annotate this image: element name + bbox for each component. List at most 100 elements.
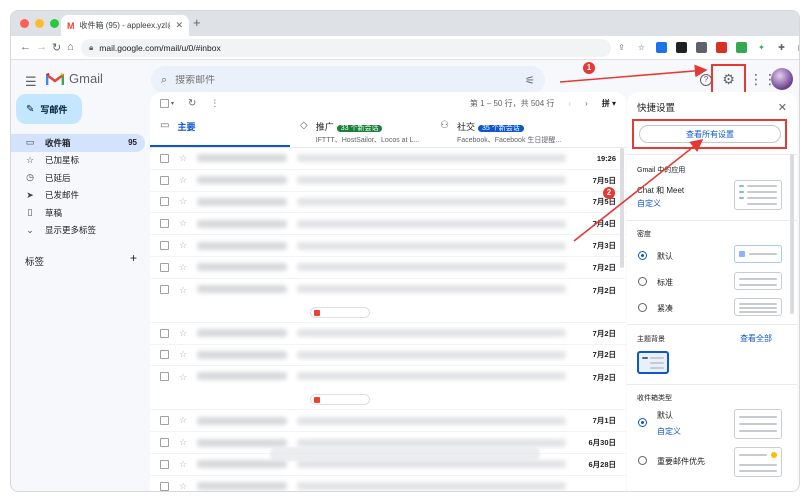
reload-icon[interactable]: ↻ — [52, 41, 61, 54]
side-panel-icon[interactable]: ▥ — [796, 42, 799, 53]
sidebar-item-chevron-down[interactable]: ⌄ 显示更多标签 — [11, 222, 145, 240]
density-default-thumbnail[interactable] — [734, 245, 782, 263]
compose-button[interactable]: ✎ 写邮件 — [16, 94, 82, 124]
extension-puzzle-green-icon[interactable]: ✦ — [756, 42, 767, 53]
search-bar[interactable]: ⌕ ⚟ — [151, 66, 545, 94]
density-default-radio[interactable] — [638, 251, 647, 260]
search-options-icon[interactable]: ⚟ — [525, 74, 535, 87]
extension-blue-icon[interactable] — [656, 42, 667, 53]
sidebar-item-star[interactable]: ☆ 已加星标 — [11, 152, 145, 170]
table-row[interactable]: ☆ 7月3日 — [150, 235, 626, 257]
star-icon[interactable]: ☆ — [179, 285, 187, 296]
star-icon[interactable]: ☆ — [179, 372, 187, 383]
maximize-window-button[interactable] — [50, 19, 59, 28]
inbox-default-thumbnail[interactable] — [734, 409, 782, 439]
star-icon[interactable]: ☆ — [179, 262, 187, 273]
sidebar-item-inbox[interactable]: ▭ 收件箱 95 — [11, 134, 145, 152]
category-tab-1[interactable]: ◇ 推广 33 个新会话 IFTTT、HostSailor、Locos at L... — [290, 114, 430, 147]
attachment-chip[interactable] — [310, 306, 370, 318]
inbox-customize-link[interactable]: 自定义 — [657, 426, 681, 437]
row-checkbox[interactable] — [160, 153, 169, 163]
forward-icon[interactable]: → — [36, 41, 47, 53]
star-icon[interactable]: ☆ — [179, 240, 187, 251]
star-icon[interactable]: ☆ — [179, 459, 187, 470]
account-avatar[interactable] — [771, 68, 793, 90]
row-checkbox[interactable] — [160, 262, 169, 272]
important-first-radio[interactable] — [638, 456, 647, 465]
star-icon[interactable]: ☆ — [179, 175, 187, 186]
table-row[interactable]: ☆ 7月2日 — [150, 345, 626, 367]
star-icon[interactable]: ☆ — [179, 218, 187, 229]
row-checkbox[interactable] — [160, 241, 169, 251]
star-icon[interactable]: ☆ — [179, 196, 187, 207]
prev-page-icon[interactable]: ‹ — [568, 99, 571, 108]
row-checkbox[interactable] — [160, 350, 169, 360]
extensions-puzzle-icon[interactable]: ✚ — [776, 42, 787, 53]
share-icon[interactable]: ⇪ — [616, 42, 627, 53]
customize-apps-link[interactable]: 自定义 — [637, 198, 661, 209]
table-row[interactable]: ☆ 7月5日 — [150, 192, 626, 214]
density-compact-radio[interactable] — [638, 303, 647, 312]
category-tab-2[interactable]: ⚇ 社交 35 个新会话 Facebook、Facebook 生日提醒... — [430, 114, 570, 147]
add-label-icon[interactable]: + — [130, 252, 137, 268]
tab-close-icon[interactable]: ✕ — [175, 20, 183, 31]
row-checkbox[interactable] — [160, 219, 169, 229]
close-window-button[interactable] — [20, 19, 29, 28]
table-row[interactable]: ☆ 7月2日 — [150, 323, 626, 345]
theme-thumbnail[interactable] — [637, 351, 669, 374]
density-standard-thumbnail[interactable] — [734, 272, 782, 290]
input-tools-button[interactable]: 拼 ▾ — [602, 98, 616, 109]
main-menu-icon[interactable]: ☰ — [25, 74, 37, 90]
search-icon[interactable]: ⌕ — [161, 74, 167, 87]
star-icon[interactable]: ☆ — [179, 437, 187, 448]
row-checkbox[interactable] — [160, 328, 169, 338]
extension-grey-icon[interactable] — [696, 42, 707, 53]
mail-scrollbar[interactable] — [620, 148, 624, 268]
minimize-window-button[interactable] — [35, 19, 44, 28]
table-row[interactable]: ☆ 19:26 — [150, 148, 626, 170]
row-checkbox[interactable] — [160, 372, 169, 382]
star-icon[interactable]: ☆ — [179, 328, 187, 339]
row-checkbox[interactable] — [160, 481, 169, 491]
star-icon[interactable]: ☆ — [179, 349, 187, 360]
theme-see-all-link[interactable]: 查看全部 — [740, 333, 772, 344]
quick-settings-scrollbar[interactable] — [790, 154, 794, 314]
select-all-checkbox[interactable]: ▾ — [160, 98, 174, 108]
important-first-thumbnail[interactable] — [734, 447, 782, 477]
extension-red-icon[interactable] — [716, 42, 727, 53]
extension-dark-icon[interactable] — [676, 42, 687, 53]
sidebar-item-draft[interactable]: ▯ 草稿 — [11, 204, 145, 222]
search-input[interactable] — [175, 74, 518, 86]
sidebar-item-send[interactable]: ➤ 已发邮件 — [11, 187, 145, 205]
density-standard-radio[interactable] — [638, 277, 647, 286]
density-compact-thumbnail[interactable] — [734, 298, 782, 316]
table-row[interactable]: ☆ — [150, 476, 626, 491]
more-actions-icon[interactable]: ⋮ — [210, 98, 219, 109]
attachment-chip[interactable] — [310, 394, 370, 406]
table-row[interactable]: ☆ 7月4日 — [150, 213, 626, 236]
table-row[interactable]: ☆ 7月2日 — [150, 279, 626, 323]
table-row[interactable]: ☆ 7月2日 — [150, 257, 626, 279]
back-icon[interactable]: ← — [20, 41, 31, 53]
row-checkbox[interactable] — [160, 416, 169, 426]
settings-gear-icon[interactable]: ⚙ — [722, 71, 735, 88]
row-checkbox[interactable] — [160, 197, 169, 207]
gmail-logo[interactable]: Gmail — [46, 71, 103, 86]
star-icon[interactable]: ☆ — [179, 481, 187, 491]
new-tab-button[interactable]: + — [193, 15, 201, 30]
refresh-icon[interactable]: ↻ — [188, 98, 196, 109]
close-icon[interactable]: ✕ — [778, 101, 787, 114]
star-icon[interactable]: ☆ — [179, 153, 187, 164]
sidebar-item-clock[interactable]: ◷ 已延后 — [11, 169, 145, 187]
row-checkbox[interactable] — [160, 459, 169, 469]
category-tab-0[interactable]: ▭ 主要 — [150, 114, 290, 147]
see-all-settings-button[interactable]: 查看所有设置 — [639, 125, 781, 143]
next-page-icon[interactable]: › — [585, 99, 588, 108]
star-icon[interactable]: ☆ — [179, 415, 187, 426]
bookmark-star-icon[interactable]: ☆ — [636, 42, 647, 53]
row-checkbox[interactable] — [160, 284, 169, 294]
table-row[interactable]: ☆ 7月1日 — [150, 410, 626, 433]
table-row[interactable]: ☆ 7月5日 — [150, 170, 626, 192]
url-field[interactable]: 🔒︎ mail.google.com/mail/u/0/#inbox — [81, 39, 611, 57]
row-checkbox[interactable] — [160, 175, 169, 185]
